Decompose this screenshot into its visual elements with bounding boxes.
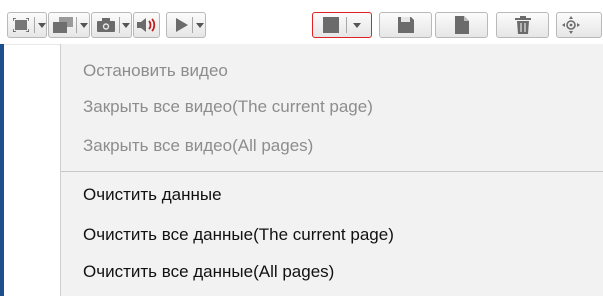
chevron-down-icon[interactable] xyxy=(353,23,361,28)
menu-separator xyxy=(61,171,603,172)
chevron-down-icon[interactable] xyxy=(80,23,88,28)
file-icon xyxy=(455,16,469,34)
save-button[interactable] xyxy=(379,12,432,38)
menu-item-clear-all-data-all-pages[interactable]: Очистить все данные(All pages) xyxy=(83,261,334,283)
menu-item-clear-all-data-current-page[interactable]: Очистить все данные(The current page) xyxy=(83,224,394,246)
window-stack-icon xyxy=(53,17,73,33)
menu-item-close-all-video-all-pages[interactable]: Закрыть все видео(All pages) xyxy=(83,135,313,157)
menu-item-close-all-video-current-page[interactable]: Закрыть все видео(The current page) xyxy=(83,96,373,118)
ptz-button[interactable] xyxy=(556,12,602,38)
stop-icon xyxy=(323,17,339,33)
camera-icon xyxy=(97,18,115,32)
file-button[interactable] xyxy=(435,12,488,38)
stop-dropdown-menu: Остановить видео Закрыть все видео(The c… xyxy=(60,44,603,296)
chevron-down-icon[interactable] xyxy=(38,23,46,28)
window-layout-button[interactable] xyxy=(48,12,90,38)
ptz-control-icon xyxy=(562,16,580,34)
snapshot-button[interactable] xyxy=(91,12,132,38)
toolbar xyxy=(0,6,603,45)
play-button[interactable] xyxy=(166,12,206,38)
audio-button[interactable] xyxy=(133,12,160,38)
delete-button[interactable] xyxy=(496,12,549,38)
chevron-down-icon[interactable] xyxy=(196,23,204,28)
menu-item-stop-video[interactable]: Остановить видео xyxy=(83,60,228,82)
speaker-muted-icon xyxy=(137,18,156,32)
menu-item-clear-data[interactable]: Очистить данные xyxy=(83,184,222,206)
play-icon xyxy=(176,18,188,32)
stop-button[interactable] xyxy=(312,12,372,38)
window-edge xyxy=(0,44,4,296)
fullscreen-button[interactable] xyxy=(7,12,47,38)
layout-grid-icon xyxy=(13,18,29,32)
save-icon xyxy=(398,17,414,33)
chevron-down-icon[interactable] xyxy=(122,23,130,28)
trash-icon xyxy=(515,16,531,34)
